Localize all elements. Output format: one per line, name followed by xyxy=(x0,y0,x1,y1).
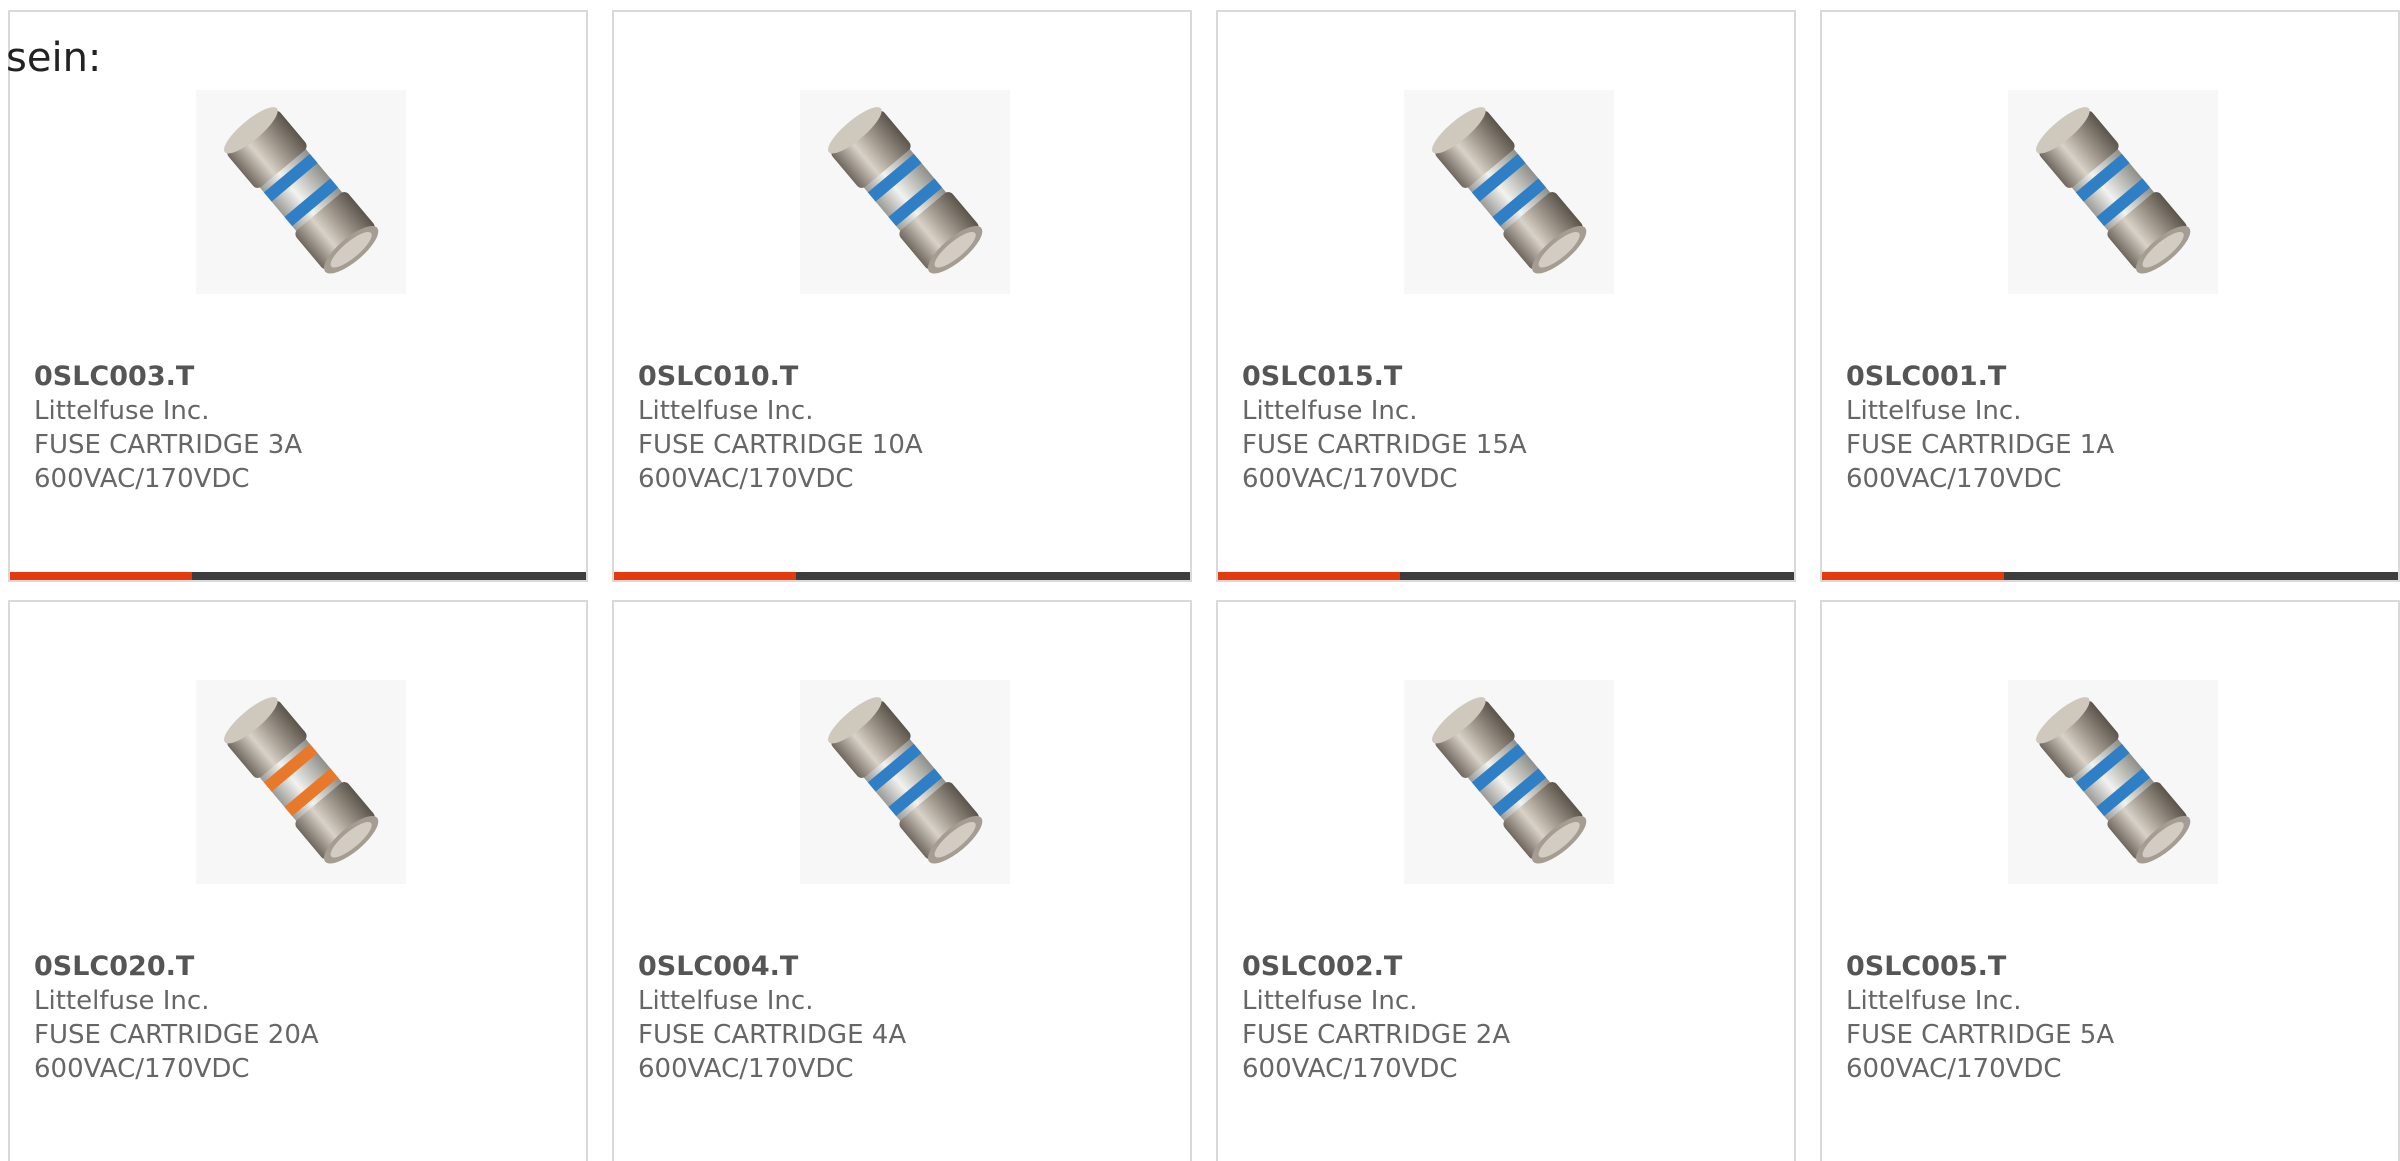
description-line-2: 600VAC/170VDC xyxy=(1846,464,2062,494)
product-image xyxy=(2008,680,2218,884)
fuse-blue-icon xyxy=(1409,682,1609,882)
product-card[interactable]: 0SLC020.T Littelfuse Inc. FUSE CARTRIDGE… xyxy=(8,600,588,1161)
product-info: 0SLC015.T Littelfuse Inc. FUSE CARTRIDGE… xyxy=(1242,360,1527,496)
description-line-1: FUSE CARTRIDGE 2A xyxy=(1242,1020,1511,1050)
card-accent-bar xyxy=(1822,572,2004,580)
fuse-blue-icon xyxy=(2013,682,2213,882)
product-info: 0SLC020.T Littelfuse Inc. FUSE CARTRIDGE… xyxy=(34,950,319,1086)
fuse-blue-icon xyxy=(1409,92,1609,292)
product-image xyxy=(800,680,1010,884)
product-card[interactable]: 0SLC003.T Littelfuse Inc. FUSE CARTRIDGE… xyxy=(8,10,588,582)
part-number[interactable]: 0SLC020.T xyxy=(34,950,319,984)
description-line-2: 600VAC/170VDC xyxy=(1242,464,1458,494)
part-number[interactable]: 0SLC001.T xyxy=(1846,360,2114,394)
card-accent-bar xyxy=(614,572,796,580)
description-line-2: 600VAC/170VDC xyxy=(638,1054,854,1084)
description-line-1: FUSE CARTRIDGE 20A xyxy=(34,1020,319,1050)
product-image xyxy=(800,90,1010,294)
part-number[interactable]: 0SLC005.T xyxy=(1846,950,2114,984)
part-number[interactable]: 0SLC002.T xyxy=(1242,950,1510,984)
page: sein: 0SLC003.T Littelfuse Inc. FUSE CAR… xyxy=(0,0,2400,1161)
card-bottom-bar xyxy=(614,572,1190,580)
card-accent-bar xyxy=(10,572,192,580)
product-info: 0SLC002.T Littelfuse Inc. FUSE CARTRIDGE… xyxy=(1242,950,1510,1086)
card-accent-bar xyxy=(1218,572,1400,580)
manufacturer: Littelfuse Inc. xyxy=(638,396,814,426)
description-line-1: FUSE CARTRIDGE 1A xyxy=(1846,430,2115,460)
manufacturer: Littelfuse Inc. xyxy=(34,396,210,426)
product-info: 0SLC001.T Littelfuse Inc. FUSE CARTRIDGE… xyxy=(1846,360,2114,496)
product-card[interactable]: 0SLC002.T Littelfuse Inc. FUSE CARTRIDGE… xyxy=(1216,600,1796,1161)
product-image xyxy=(1404,90,1614,294)
manufacturer: Littelfuse Inc. xyxy=(1242,396,1418,426)
product-info: 0SLC003.T Littelfuse Inc. FUSE CARTRIDGE… xyxy=(34,360,302,496)
card-bottom-bar xyxy=(1218,572,1794,580)
product-image xyxy=(2008,90,2218,294)
product-card[interactable]: 0SLC010.T Littelfuse Inc. FUSE CARTRIDGE… xyxy=(612,10,1192,582)
description-line-1: FUSE CARTRIDGE 10A xyxy=(638,430,923,460)
product-card[interactable]: 0SLC015.T Littelfuse Inc. FUSE CARTRIDGE… xyxy=(1216,10,1796,582)
product-image xyxy=(196,90,406,294)
intro-text: sein: xyxy=(6,35,102,81)
description-line-2: 600VAC/170VDC xyxy=(638,464,854,494)
description-line-2: 600VAC/170VDC xyxy=(1242,1054,1458,1084)
fuse-blue-icon xyxy=(805,92,1005,292)
manufacturer: Littelfuse Inc. xyxy=(638,986,814,1016)
description-line-1: FUSE CARTRIDGE 15A xyxy=(1242,430,1527,460)
part-number[interactable]: 0SLC003.T xyxy=(34,360,302,394)
manufacturer: Littelfuse Inc. xyxy=(1846,396,2022,426)
product-info: 0SLC005.T Littelfuse Inc. FUSE CARTRIDGE… xyxy=(1846,950,2114,1086)
fuse-blue-icon xyxy=(201,92,401,292)
fuse-orange-icon xyxy=(201,682,401,882)
card-bottom-bar xyxy=(1822,572,2398,580)
manufacturer: Littelfuse Inc. xyxy=(1846,986,2022,1016)
product-image xyxy=(1404,680,1614,884)
card-bottom-bar xyxy=(10,572,586,580)
description-line-1: FUSE CARTRIDGE 4A xyxy=(638,1020,907,1050)
manufacturer: Littelfuse Inc. xyxy=(1242,986,1418,1016)
product-card[interactable]: 0SLC004.T Littelfuse Inc. FUSE CARTRIDGE… xyxy=(612,600,1192,1161)
product-info: 0SLC010.T Littelfuse Inc. FUSE CARTRIDGE… xyxy=(638,360,923,496)
product-grid: 0SLC003.T Littelfuse Inc. FUSE CARTRIDGE… xyxy=(0,0,2400,1161)
description-line-2: 600VAC/170VDC xyxy=(34,1054,250,1084)
description-line-2: 600VAC/170VDC xyxy=(1846,1054,2062,1084)
product-card[interactable]: 0SLC001.T Littelfuse Inc. FUSE CARTRIDGE… xyxy=(1820,10,2400,582)
fuse-blue-icon xyxy=(2013,92,2213,292)
description-line-2: 600VAC/170VDC xyxy=(34,464,250,494)
description-line-1: FUSE CARTRIDGE 3A xyxy=(34,430,303,460)
product-card[interactable]: 0SLC005.T Littelfuse Inc. FUSE CARTRIDGE… xyxy=(1820,600,2400,1161)
fuse-blue-icon xyxy=(805,682,1005,882)
product-info: 0SLC004.T Littelfuse Inc. FUSE CARTRIDGE… xyxy=(638,950,906,1086)
part-number[interactable]: 0SLC010.T xyxy=(638,360,923,394)
product-image xyxy=(196,680,406,884)
part-number[interactable]: 0SLC015.T xyxy=(1242,360,1527,394)
manufacturer: Littelfuse Inc. xyxy=(34,986,210,1016)
description-line-1: FUSE CARTRIDGE 5A xyxy=(1846,1020,2115,1050)
part-number[interactable]: 0SLC004.T xyxy=(638,950,906,984)
